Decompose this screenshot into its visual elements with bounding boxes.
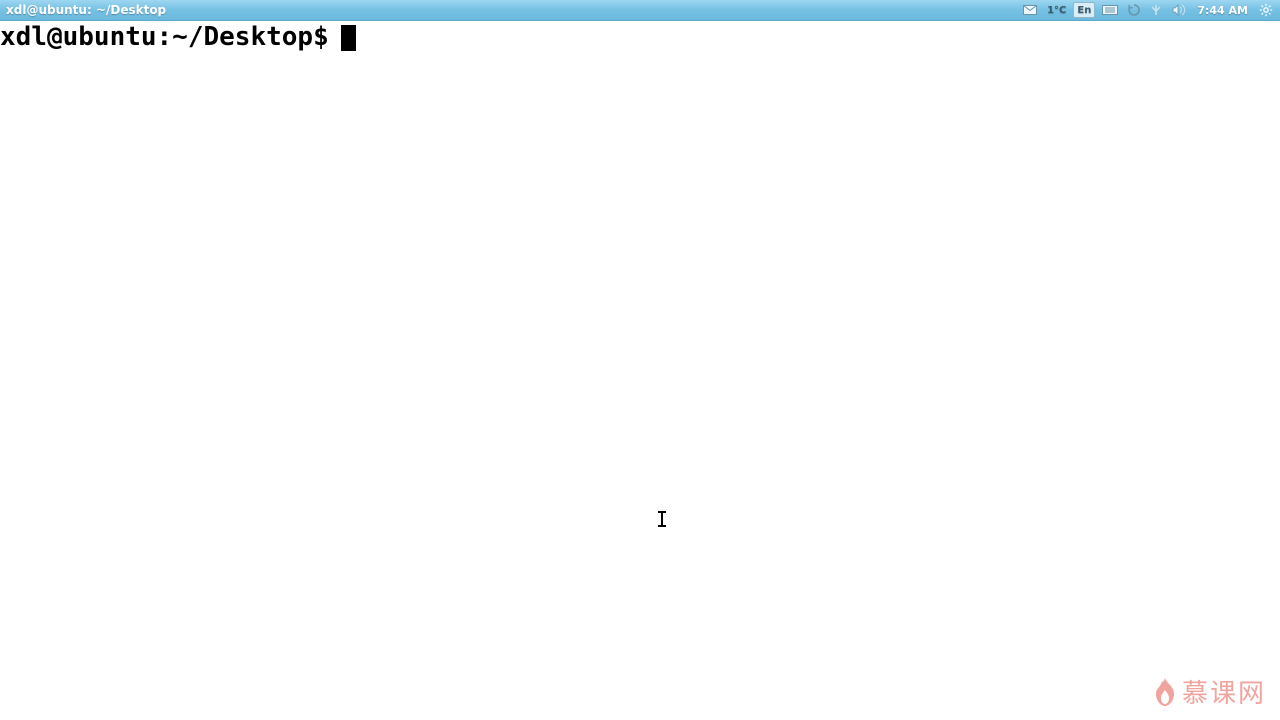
window-titlebar: xdl@ubuntu: ~/Desktop 1°C En 7:44 AM — [0, 0, 1280, 21]
watermark-text: 慕课网 — [1182, 673, 1266, 710]
sync-icon[interactable] — [1125, 2, 1143, 18]
text-cursor — [341, 25, 356, 51]
mail-icon[interactable] — [1020, 2, 1040, 18]
keyboard-icon[interactable] — [1099, 2, 1121, 18]
input-method-indicator[interactable]: En — [1073, 2, 1095, 18]
system-tray: 1°C En 7:44 AM — [1020, 2, 1276, 18]
flame-icon — [1154, 678, 1176, 706]
window-title: xdl@ubuntu: ~/Desktop — [6, 3, 166, 17]
network-icon[interactable] — [1147, 2, 1165, 18]
weather-indicator[interactable]: 1°C — [1044, 2, 1069, 18]
volume-icon[interactable] — [1169, 2, 1189, 18]
terminal-area[interactable]: xdl@ubuntu:~/Desktop$ — [0, 21, 1280, 720]
gear-icon[interactable] — [1256, 2, 1276, 18]
watermark: 慕课网 — [1154, 673, 1266, 710]
mouse-ibeam-cursor — [658, 511, 666, 527]
clock[interactable]: 7:44 AM — [1193, 4, 1252, 17]
shell-prompt: xdl@ubuntu:~/Desktop$ — [0, 23, 329, 52]
prompt-line: xdl@ubuntu:~/Desktop$ — [0, 23, 1280, 52]
